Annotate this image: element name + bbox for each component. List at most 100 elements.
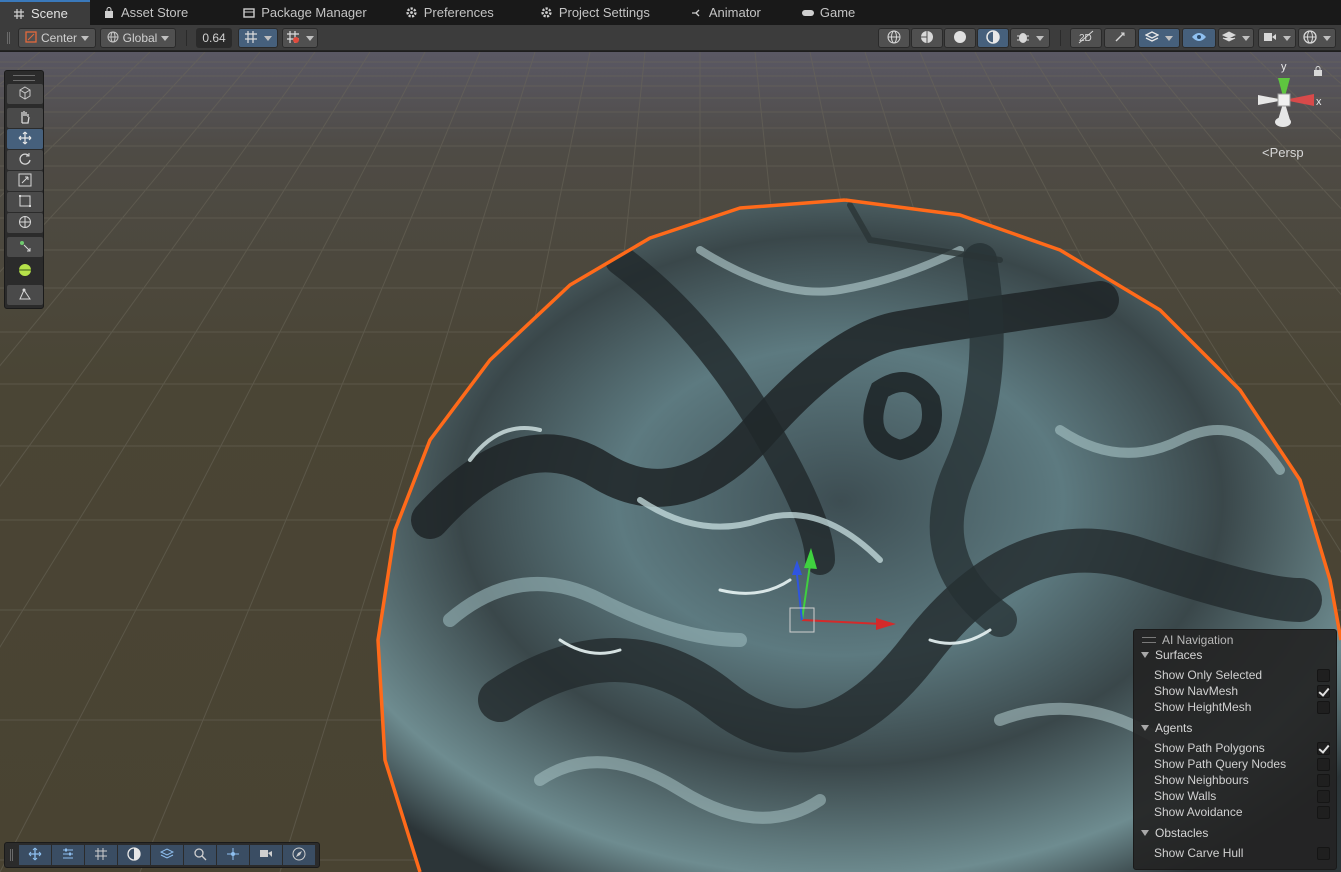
snapping-button[interactable] <box>217 845 249 865</box>
camera-overlay-button[interactable] <box>250 845 282 865</box>
chevron-down-icon <box>264 35 272 41</box>
pivot-mode-dropdown[interactable]: Center <box>18 28 96 48</box>
checkbox[interactable] <box>1317 789 1330 803</box>
checkbox[interactable] <box>1317 700 1330 714</box>
move-arrows-icon <box>18 131 32 148</box>
chevron-down-icon <box>1283 35 1291 41</box>
pivot-rotation-dropdown[interactable]: Global <box>100 28 176 48</box>
foldout-arrow-icon <box>1141 725 1149 731</box>
search-icon <box>193 847 207 864</box>
projection-label: Persp <box>1269 145 1304 160</box>
foldout-arrow-icon <box>1141 830 1149 836</box>
option-show-carve-hull[interactable]: Show Carve Hull <box>1154 845 1330 861</box>
checkbox[interactable] <box>1317 757 1330 771</box>
snap-move-icon <box>226 847 240 864</box>
gear-icon <box>405 6 419 20</box>
option-show-walls[interactable]: Show Walls <box>1154 788 1330 804</box>
tab-preferences[interactable]: Preferences <box>393 0 506 25</box>
navmesh-tool-button[interactable] <box>7 261 43 281</box>
tab-project-settings[interactable]: Project Settings <box>528 0 662 25</box>
checkbox[interactable] <box>1317 773 1330 787</box>
option-show-neighbours[interactable]: Show Neighbours <box>1154 772 1330 788</box>
section-agents[interactable]: Agents <box>1141 721 1192 735</box>
scale-icon <box>18 173 32 190</box>
globe-icon <box>107 31 119 46</box>
increment-snapping-dropdown[interactable] <box>282 28 318 48</box>
shaded-wireframe-button[interactable] <box>911 28 943 48</box>
tab-asset-store[interactable]: Asset Store <box>90 0 200 25</box>
checkbox[interactable] <box>1317 805 1330 819</box>
option-show-heightmesh[interactable]: Show HeightMesh <box>1154 699 1330 715</box>
hand-tool-button[interactable] <box>7 108 43 128</box>
view-options-button[interactable] <box>7 84 43 104</box>
section-label: Obstacles <box>1155 826 1209 840</box>
scene-visibility-toggle[interactable] <box>1182 28 1216 48</box>
option-show-path-query-nodes[interactable]: Show Path Query Nodes <box>1154 756 1330 772</box>
tab-label: Preferences <box>423 5 494 20</box>
grid-visibility-button[interactable] <box>85 845 117 865</box>
tab-animator[interactable]: Animator <box>678 0 773 25</box>
grid-snap-value-field[interactable]: 0.64 <box>196 28 232 48</box>
lit-sphere-icon <box>127 846 141 864</box>
layers-overlay-button[interactable] <box>151 845 183 865</box>
layers-icon <box>159 847 175 864</box>
overlay-grip[interactable] <box>10 849 13 861</box>
rotate-tool-button[interactable] <box>7 150 43 170</box>
overlay-title[interactable]: AI Navigation <box>1142 632 1233 648</box>
scene-lighting-toggle[interactable] <box>1104 28 1136 48</box>
2d-view-toggle[interactable]: 2D <box>1070 28 1102 48</box>
option-label: Show Neighbours <box>1154 773 1249 787</box>
option-show-only-selected[interactable]: Show Only Selected <box>1154 667 1330 683</box>
grid-icon <box>12 7 26 21</box>
camera-settings-dropdown[interactable] <box>1258 28 1296 48</box>
wireframe-shading-button[interactable] <box>878 28 910 48</box>
tool-settings-button[interactable] <box>52 845 84 865</box>
custom-tool-button[interactable] <box>7 237 43 257</box>
lit-sphere-icon <box>986 29 1000 47</box>
2d-icon: 2D <box>1078 30 1094 47</box>
option-show-path-polygons[interactable]: Show Path Polygons <box>1154 740 1330 756</box>
checkbox[interactable] <box>1317 668 1330 682</box>
shaded-wireframe-icon <box>920 30 934 47</box>
ai-navigation-overlay: AI Navigation Surfaces Show Only Selecte… <box>1133 629 1337 870</box>
move-tool-button[interactable] <box>7 129 43 149</box>
transform-tool-button[interactable] <box>7 213 43 233</box>
tab-game[interactable]: Game <box>789 0 867 25</box>
debug-draw-mode-dropdown[interactable] <box>1010 28 1050 48</box>
grid-snapping-toggle[interactable] <box>238 28 278 48</box>
overlay-grip[interactable] <box>13 75 35 81</box>
option-show-navmesh[interactable]: Show NavMesh <box>1154 683 1330 699</box>
option-show-avoidance[interactable]: Show Avoidance <box>1154 804 1330 820</box>
navigation-compass-button[interactable] <box>283 845 315 865</box>
checkbox[interactable] <box>1317 741 1330 755</box>
option-label: Show Avoidance <box>1154 805 1243 819</box>
toolbar-grip[interactable] <box>7 32 10 44</box>
move-tool-context-button[interactable] <box>19 845 51 865</box>
scale-tool-button[interactable] <box>7 171 43 191</box>
ai-navigation-title: AI Navigation <box>1162 633 1234 647</box>
option-label: Show Walls <box>1154 789 1217 803</box>
chevron-down-icon <box>1036 35 1044 41</box>
foldout-arrow-icon <box>1141 652 1149 658</box>
rect-tool-button[interactable] <box>7 192 43 212</box>
edit-collider-button[interactable] <box>7 285 43 305</box>
checkbox[interactable] <box>1317 846 1330 860</box>
custom-tool-icon <box>18 239 32 256</box>
orientation-button[interactable] <box>118 845 150 865</box>
layers-dropdown[interactable] <box>1218 28 1254 48</box>
projection-toggle[interactable]: <Persp <box>1262 145 1304 160</box>
section-surfaces[interactable]: Surfaces <box>1141 648 1202 662</box>
search-button[interactable] <box>184 845 216 865</box>
tab-package-manager[interactable]: Package Manager <box>230 0 379 25</box>
checkbox[interactable] <box>1317 684 1330 698</box>
gizmos-dropdown[interactable] <box>1298 28 1336 48</box>
chevron-down-icon <box>1323 35 1331 41</box>
shaded-button[interactable] <box>944 28 976 48</box>
lit-shading-button[interactable] <box>977 28 1009 48</box>
tab-scene[interactable]: Scene <box>0 0 90 25</box>
scene-effects-dropdown[interactable] <box>1138 28 1180 48</box>
section-obstacles[interactable]: Obstacles <box>1141 826 1208 840</box>
rotate-icon <box>18 152 32 169</box>
rect-transform-icon <box>18 194 32 211</box>
gizmo-axis-x: x <box>1316 96 1322 108</box>
